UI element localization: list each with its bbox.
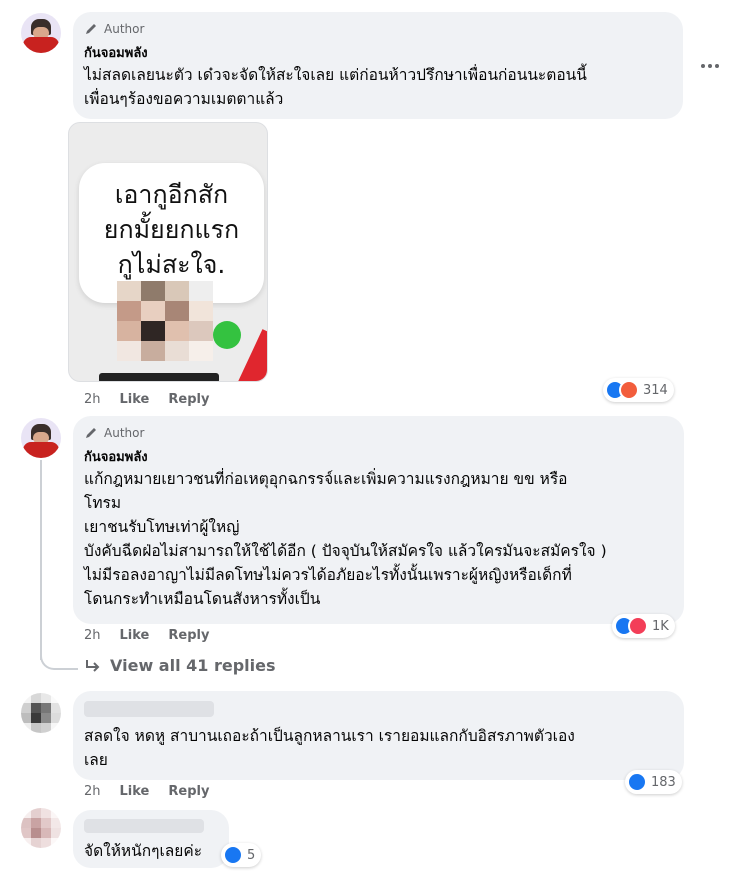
- reaction-count: 314: [643, 382, 668, 398]
- comment-text: แก้กฎหมายเยาวชนที่ก่อเหตุอุกฉกรรจ์และเพิ…: [84, 467, 607, 611]
- online-dot-icon: [213, 321, 241, 349]
- dot-icon: [715, 64, 719, 68]
- comment-bubble: Author กันจอมพลัง ไม่สลดเลยนะตัว เด๋วจะจ…: [73, 12, 683, 119]
- reply-button[interactable]: Reply: [168, 628, 209, 643]
- author-badge: Author: [84, 426, 144, 440]
- like-icon: [627, 772, 647, 792]
- author-badge-label: Author: [104, 426, 145, 440]
- reaction-count: 1K: [652, 618, 669, 634]
- author-badge: Author: [84, 22, 144, 36]
- thread-line-curve: [40, 648, 78, 670]
- image-caption: เอากูอีกสัก ยกมั้ยยกแรก กูไม่สะใจ.: [79, 177, 264, 282]
- comment-actions: 2h Like Reply: [84, 392, 228, 407]
- comment-line: แก้กฎหมายเยาวชนที่ก่อเหตุอุกฉกรรจ์และเพิ…: [84, 470, 568, 488]
- commenter-name-redacted: [84, 819, 204, 833]
- avatar[interactable]: [21, 808, 61, 848]
- reaction-summary[interactable]: 1K: [612, 614, 675, 638]
- author-badge-label: Author: [104, 22, 145, 36]
- dot-icon: [708, 64, 712, 68]
- thread-line: [40, 460, 42, 660]
- reply-arrow-icon: [86, 659, 100, 672]
- reply-button[interactable]: Reply: [168, 392, 209, 407]
- comment-line: โทรม: [84, 494, 122, 512]
- dot-icon: [701, 64, 705, 68]
- comment-line: จัดให้หนักๆเลยค่ะ: [84, 842, 203, 860]
- comment-line: ไม่สลดเลยนะตัว เด๋วจะจัดให้สะใจเลย แต่ก่…: [84, 66, 587, 84]
- pencil-icon: [86, 428, 96, 438]
- avatar[interactable]: [21, 13, 61, 53]
- reaction-summary[interactable]: 183: [625, 770, 682, 794]
- comment-line: สลดใจ หดหู สาบานเถอะถ้าเป็นลูกหลานเรา เร…: [84, 727, 575, 745]
- comment-line: เพื่อนๆร้องขอความเมตตาแล้ว: [84, 90, 284, 108]
- comment-image[interactable]: เอากูอีกสัก ยกมั้ยยกแรก กูไม่สะใจ.: [68, 122, 268, 382]
- commenter-name-redacted: [84, 701, 214, 717]
- comment-line: บังคับฉีดฝ่อไม่สามารถให้ใช้ได้อีก ( ปัจจ…: [84, 542, 607, 560]
- view-replies-label[interactable]: View all 41 replies: [110, 656, 276, 675]
- like-button[interactable]: Like: [120, 784, 150, 799]
- image-caption-line: เอากูอีกสัก: [114, 180, 229, 209]
- image-caption-line: กูไม่สะใจ.: [117, 250, 226, 279]
- image-caption-line: ยกมั้ยยกแรก: [103, 215, 240, 244]
- reaction-count: 5: [247, 847, 256, 863]
- timestamp[interactable]: 2h: [84, 628, 101, 643]
- commenter-name[interactable]: กันจอมพลัง: [84, 42, 148, 63]
- pencil-icon: [86, 24, 96, 34]
- comment-bubble: จัดให้หนักๆเลยค่ะ: [73, 810, 229, 868]
- angry-icon: [619, 380, 639, 400]
- commenter-name[interactable]: กันจอมพลัง: [84, 446, 148, 467]
- comment-bubble: สลดใจ หดหู สาบานเถอะถ้าเป็นลูกหลานเรา เร…: [73, 691, 684, 780]
- like-button[interactable]: Like: [120, 628, 150, 643]
- reaction-count: 183: [651, 774, 676, 790]
- reply-button[interactable]: Reply: [168, 784, 209, 799]
- more-options-button[interactable]: [699, 59, 721, 73]
- comment-actions: 2h Like Reply: [84, 628, 228, 643]
- comment-text: สลดใจ หดหู สาบานเถอะถ้าเป็นลูกหลานเรา เร…: [84, 724, 575, 772]
- comment-line: โดนกระทำเหมือนโดนสังหารทั้งเป็น: [84, 590, 321, 608]
- like-icon: [223, 845, 243, 865]
- timestamp[interactable]: 2h: [84, 392, 101, 407]
- avatar[interactable]: [21, 693, 61, 733]
- red-corner-decoration: [237, 329, 267, 381]
- comment-line: เลย: [84, 751, 108, 769]
- like-button[interactable]: Like: [120, 392, 150, 407]
- comment-actions: 2h Like Reply: [84, 784, 228, 799]
- love-icon: [628, 616, 648, 636]
- reaction-summary[interactable]: 314: [603, 378, 674, 402]
- comment-line: ไม่มีรอลงอาญาไม่มีลดโทษไม่ควรได้อภัยอะไร…: [84, 566, 572, 584]
- comment-bubble: Author กันจอมพลัง แก้กฎหมายเยาวชนที่ก่อเ…: [73, 416, 684, 624]
- view-replies-link[interactable]: View all 41 replies: [84, 656, 276, 675]
- avatar[interactable]: [21, 418, 61, 458]
- comment-line: เยาชนรับโทษเท่าผู้ใหญ่: [84, 518, 240, 536]
- pixelated-face: [117, 281, 213, 361]
- timestamp[interactable]: 2h: [84, 784, 101, 799]
- comment-text: จัดให้หนักๆเลยค่ะ: [84, 839, 202, 863]
- comment-text: ไม่สลดเลยนะตัว เด๋วจะจัดให้สะใจเลย แต่ก่…: [84, 63, 587, 111]
- reaction-summary[interactable]: 5: [221, 843, 262, 867]
- cropped-text-fragment: [99, 373, 219, 381]
